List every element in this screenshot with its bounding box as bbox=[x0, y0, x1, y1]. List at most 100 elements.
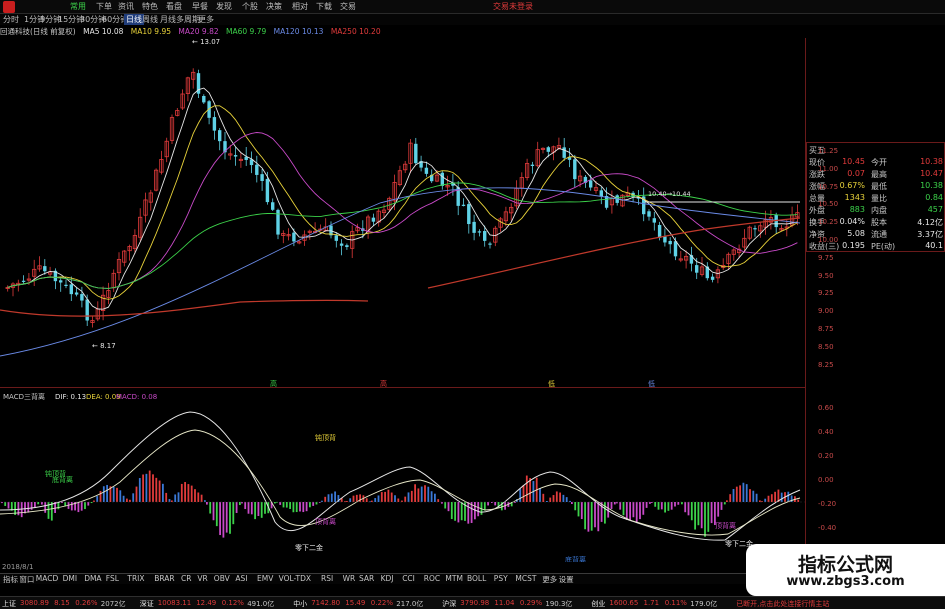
candle-body bbox=[472, 221, 476, 233]
menu-item[interactable]: 个股 bbox=[242, 1, 258, 12]
menu-item[interactable]: 常用 bbox=[70, 1, 86, 12]
quote-value: 10.38 bbox=[920, 181, 943, 190]
histogram-bar bbox=[312, 502, 315, 506]
indicator-tab[interactable]: PSY bbox=[494, 574, 508, 583]
indicator-tab[interactable]: VR bbox=[197, 574, 207, 583]
period-tab[interactable]: 日线 bbox=[124, 14, 144, 25]
candle-body bbox=[673, 241, 678, 257]
histogram-bar bbox=[597, 502, 600, 532]
indicator-tab[interactable]: 设置 bbox=[559, 574, 574, 585]
ma60-value: MA60 9.79 bbox=[226, 27, 267, 36]
indicator-tab[interactable]: EMV bbox=[257, 574, 273, 583]
indicator-tab[interactable]: 指标 bbox=[3, 574, 18, 585]
histogram-bar bbox=[700, 502, 703, 529]
ma-legend: 回通科技(日线 前复权) MA5 10.08 MA10 9.95 MA20 9.… bbox=[0, 26, 386, 37]
indicator-tab[interactable]: TRIX bbox=[127, 574, 144, 583]
indicator-tab[interactable]: KDJ bbox=[381, 574, 394, 583]
candlestick-chart[interactable]: ← 13.07 ← 8.17 10.40→10.44 高 高 低 低 bbox=[0, 38, 805, 388]
histogram-bar bbox=[206, 502, 208, 505]
indicator-tab[interactable]: RSI bbox=[321, 574, 333, 583]
candle-body bbox=[292, 232, 296, 242]
histogram-bar bbox=[380, 492, 383, 502]
histogram-bar bbox=[158, 480, 161, 502]
indicator-tab[interactable]: DMA bbox=[84, 574, 101, 583]
candle-body bbox=[483, 231, 487, 241]
indicator-tab[interactable]: BOLL bbox=[467, 574, 486, 583]
indicator-tab[interactable]: CCI bbox=[402, 574, 415, 583]
histogram-bar bbox=[749, 489, 751, 502]
indicator-tab[interactable]: 窗口 bbox=[19, 574, 34, 585]
period-tab[interactable]: 多周期 bbox=[176, 14, 200, 25]
histogram-bar bbox=[770, 494, 773, 502]
price-axis-label: 8.50 bbox=[818, 342, 834, 351]
histogram-bar bbox=[285, 502, 288, 508]
macd-histogram bbox=[1, 470, 800, 538]
indicator-tab[interactable]: BRAR bbox=[154, 574, 174, 583]
status-item: 1.71 bbox=[643, 599, 660, 607]
indicator-tab[interactable]: 更多 bbox=[542, 574, 557, 585]
price-axis-label: 10.00 bbox=[818, 236, 839, 244]
dif-line bbox=[0, 411, 801, 541]
price-axis-label: 10.25 bbox=[818, 218, 839, 227]
histogram-bar bbox=[404, 496, 407, 502]
histogram-bar bbox=[447, 502, 450, 512]
period-tab[interactable]: 更多 bbox=[198, 14, 214, 25]
menu-item[interactable]: 交易 bbox=[340, 1, 356, 12]
histogram-bar bbox=[229, 502, 231, 534]
menu-item[interactable]: 看盘 bbox=[166, 1, 182, 12]
histogram-bar bbox=[212, 502, 215, 521]
histogram-bar bbox=[397, 498, 400, 502]
histogram-bar bbox=[377, 495, 380, 502]
menu-item[interactable]: 下单 bbox=[96, 1, 112, 12]
candle-body bbox=[21, 280, 26, 282]
histogram-bar bbox=[522, 485, 525, 502]
price-axis-label: 10.75 bbox=[818, 182, 839, 191]
histogram-bar bbox=[407, 492, 410, 502]
menu-item[interactable]: 发现 bbox=[216, 1, 232, 12]
histogram-bar bbox=[477, 502, 480, 517]
indicator-tab[interactable]: MACD bbox=[36, 574, 58, 583]
period-tab[interactable]: 月线 bbox=[160, 14, 176, 25]
indicator-tab[interactable]: ROC bbox=[424, 574, 440, 583]
macd-chart[interactable]: MACD三背离 DIF: 0.13 DEA: 0.09MACD: 0.08钝顶背顶背… bbox=[0, 392, 805, 562]
menu-item[interactable]: 下载 bbox=[316, 1, 332, 12]
indicator-tab[interactable]: SAR bbox=[359, 574, 374, 583]
quote-label: 股本 bbox=[871, 218, 887, 227]
quote-value: 10.38 bbox=[920, 157, 943, 166]
histogram-bar bbox=[457, 502, 460, 523]
histogram-bar bbox=[657, 502, 660, 510]
ma120-value: MA120 10.13 bbox=[273, 27, 324, 36]
histogram-bar bbox=[414, 484, 416, 502]
status-item: 沪深 bbox=[442, 600, 457, 608]
indicator-tab[interactable]: WR bbox=[343, 574, 356, 583]
indicator-tab[interactable]: MCST bbox=[515, 574, 536, 583]
histogram-bar bbox=[209, 502, 212, 514]
indicator-tab[interactable]: MTM bbox=[445, 574, 463, 583]
trade-login-notice[interactable]: 交易未登录 bbox=[493, 1, 533, 12]
histogram-bar bbox=[324, 496, 327, 502]
menu-item[interactable]: 决策 bbox=[266, 1, 282, 12]
ma5-line bbox=[7, 87, 798, 310]
candle-body bbox=[334, 235, 338, 241]
indicator-tab[interactable]: DMI bbox=[63, 574, 77, 583]
menu-item[interactable]: 特色 bbox=[142, 1, 158, 12]
period-tab[interactable]: 周线 bbox=[142, 14, 158, 25]
indicator-tab[interactable]: OBV bbox=[214, 574, 230, 583]
menu-item[interactable]: 早餐 bbox=[192, 1, 208, 12]
menu-item[interactable]: 相对 bbox=[292, 1, 308, 12]
indicator-tab[interactable]: ASI bbox=[235, 574, 247, 583]
macd-axis-label: 0.60 bbox=[818, 404, 834, 412]
indicator-tab[interactable]: FSL bbox=[106, 574, 119, 583]
period-tab[interactable]: 分时 bbox=[3, 14, 19, 25]
status-item[interactable]: 已断开,点击此处连接行情主站 bbox=[736, 599, 829, 609]
status-item: 0.22% bbox=[370, 599, 394, 607]
indicator-tab[interactable]: CR bbox=[181, 574, 191, 583]
histogram-bar bbox=[194, 489, 196, 502]
histogram-bar bbox=[629, 502, 631, 521]
menu-item[interactable]: 资讯 bbox=[118, 1, 134, 12]
indicator-tab[interactable]: VOL-TDX bbox=[279, 574, 311, 583]
quote-value: 10.47 bbox=[920, 169, 943, 178]
quote-value: 3.37亿 bbox=[917, 230, 943, 239]
market-status-bar: 上证 3080.89 8.15 0.26% 2072亿 深证 10083.11 12.49 0.… bbox=[0, 596, 945, 609]
histogram-bar bbox=[690, 502, 693, 521]
